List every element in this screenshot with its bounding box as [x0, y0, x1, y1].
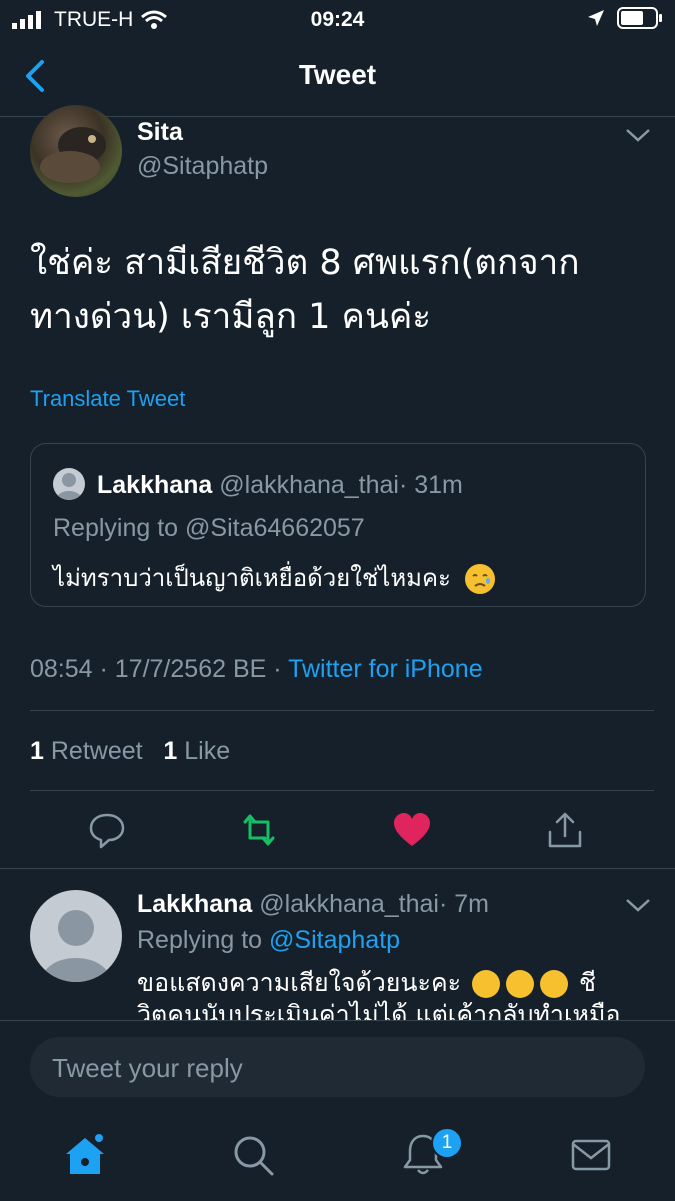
replying-to-user-link[interactable]: @Sitaphatp [269, 926, 400, 954]
like-label[interactable]: Like [184, 737, 230, 765]
page-title: Tweet [298, 59, 377, 90]
retweet-count[interactable]: 1 [30, 737, 44, 765]
divider [30, 790, 654, 791]
status-bar: TRUE-H 09:24 [0, 0, 675, 38]
like-heart-icon[interactable] [392, 810, 432, 850]
reply-replying-to: Replying to @Sitaphatp [137, 926, 400, 955]
messages-icon[interactable] [568, 1132, 614, 1178]
reply-icon[interactable] [87, 810, 127, 850]
replying-to-prefix: Replying to [137, 926, 263, 954]
chevron-down-icon[interactable] [624, 125, 652, 145]
quoted-replying-to: Replying to @Sita64662057 [53, 514, 365, 542]
like-count[interactable]: 1 [163, 737, 177, 765]
loudly-crying-face-icon [472, 970, 501, 998]
battery-icon [617, 7, 662, 29]
reply-author-name[interactable]: Lakkhana [137, 890, 252, 918]
reply-text-line1: ขอแสดงความเสียใจด้วยนะคะ [137, 968, 462, 997]
divider [0, 868, 675, 869]
status-time: 09:24 [310, 8, 365, 31]
author-name[interactable]: Sita [137, 118, 183, 147]
divider [30, 710, 654, 711]
location-arrow-icon [588, 10, 604, 26]
tweet-source-link[interactable]: Twitter for iPhone [288, 655, 483, 683]
quoted-tweet[interactable]: Lakkhana @lakkhana_thai· 31m Replying to… [30, 443, 646, 607]
search-icon[interactable] [230, 1132, 276, 1178]
reply-text-line2: วิตคนนับประเมินค่าไม่ได้ แต่เค้ากลับทำเห… [137, 1000, 621, 1020]
loudly-crying-face-icon [540, 970, 569, 998]
share-icon[interactable] [545, 810, 585, 850]
reply-header: Lakkhana @lakkhana_thai· 7m [137, 890, 489, 919]
engagement-counts: 1 Retweet 1 Like [30, 737, 230, 766]
compose-placeholder: Tweet your reply [52, 1053, 243, 1083]
retweet-icon[interactable] [239, 810, 279, 850]
reply-author-avatar[interactable] [30, 890, 122, 982]
reply-author-handle[interactable]: @lakkhana_thai [259, 890, 439, 918]
loudly-crying-face-icon [506, 970, 535, 998]
reply-compose-field[interactable]: Tweet your reply [30, 1037, 645, 1097]
translate-tweet-link[interactable]: Translate Tweet [30, 386, 185, 412]
author-avatar[interactable] [30, 105, 122, 197]
reply-text: ขอแสดงความเสียใจด้วยนะคะ ชี วิตคนนับประเ… [137, 967, 627, 1020]
quoted-text: ไม่ทราบว่าเป็นญาติเหยื่อด้วยใช่ไหมคะ [53, 564, 451, 592]
quoted-author-name: Lakkhana [97, 471, 213, 499]
home-icon[interactable] [62, 1132, 108, 1178]
quoted-author-avatar [53, 468, 85, 500]
tweet-timestamp: 08:54 · 17/7/2562 BE · [30, 655, 282, 683]
tweet-text: ใช่ค่ะ สามีเสียชีวิต 8 ศพแรก(ตกจากทางด่ว… [30, 243, 580, 337]
reply-text-after-emoji: ชี [579, 968, 596, 997]
notification-badge: 1 [431, 1127, 463, 1159]
tweet-meta: 08:54 · 17/7/2562 BE · Twitter for iPhon… [30, 655, 483, 684]
chevron-down-icon[interactable] [624, 895, 652, 915]
quoted-text-row: ไม่ทราบว่าเป็นญาติเหยื่อด้วยใช่ไหมคะ [53, 558, 495, 597]
nav-bar: Tweet [0, 38, 675, 117]
author-handle[interactable]: @Sitaphatp [137, 152, 268, 181]
avatar-photo [40, 127, 106, 183]
disappointed-relieved-face-icon [464, 564, 495, 594]
quoted-header: Lakkhana @lakkhana_thai· 31m [97, 471, 463, 500]
retweet-label[interactable]: Retweet [51, 737, 143, 765]
reply-age: · 7m [438, 890, 489, 918]
status-right [587, 7, 663, 29]
quoted-author-handle: @lakkhana_thai [219, 471, 399, 499]
quoted-age: · 31m [398, 471, 463, 499]
